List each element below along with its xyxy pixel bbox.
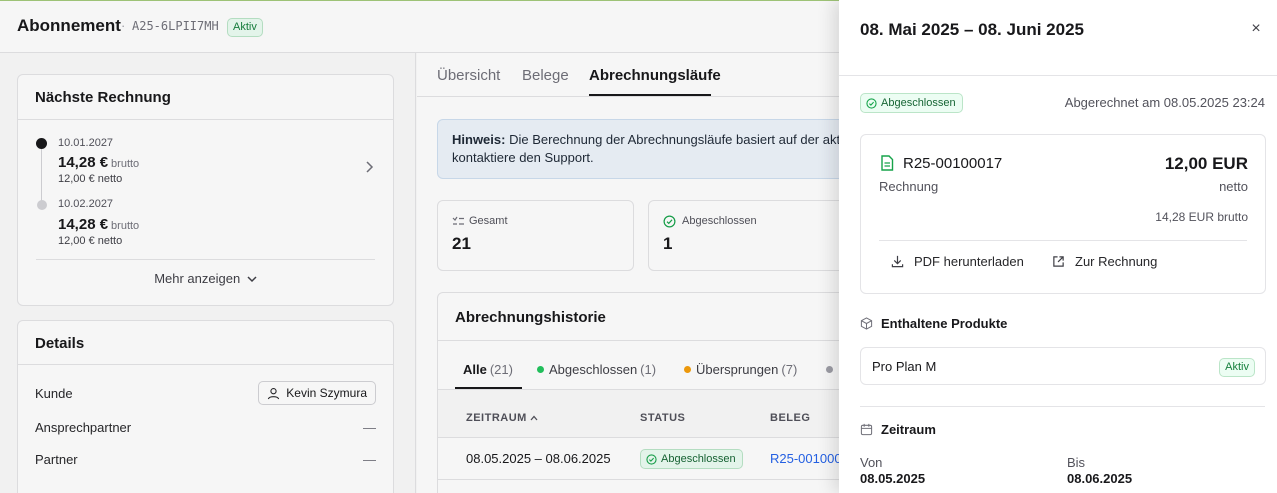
period-from-value: 08.05.2025 (860, 471, 926, 486)
invoice-type: Rechnung (879, 179, 939, 194)
invoice-card: R25-00100017 Rechnung 12,00 EUR netto 14… (860, 134, 1266, 294)
invoice-number: R25-00100017 (903, 155, 1003, 172)
billing-run-drawer: 08. Mai 2025 – 08. Juni 2025 × Abgeschlo… (839, 0, 1277, 493)
invoice-net-label: netto (1219, 179, 1248, 194)
product-status-badge: Aktiv (1219, 358, 1255, 377)
product-name: Pro Plan M (872, 359, 937, 374)
download-icon (891, 255, 904, 268)
check-circle-icon (866, 97, 877, 109)
products-section-header: Enthaltene Produkte (860, 316, 1007, 331)
product-item: Pro Plan M Aktiv (860, 347, 1266, 385)
billed-at: Abgerechnet am 08.05.2025 23:24 (1064, 95, 1265, 110)
divider (879, 240, 1247, 241)
open-invoice-button[interactable]: Zur Rechnung (1052, 254, 1157, 269)
period-section-header: Zeitraum (860, 422, 936, 437)
divider (860, 406, 1265, 407)
drawer-title: 08. Mai 2025 – 08. Juni 2025 (860, 20, 1084, 39)
invoice-amount: 12,00 EUR (1164, 154, 1248, 173)
close-icon[interactable]: × (1247, 20, 1265, 38)
download-pdf-button[interactable]: PDF herunterladen (891, 254, 1024, 269)
external-link-icon (1053, 256, 1064, 267)
divider (839, 75, 1277, 76)
period-to-label: Bis (1067, 455, 1086, 470)
run-status-badge: Abgeschlossen (860, 93, 963, 113)
modal-backdrop[interactable] (0, 0, 839, 493)
invoice-gross: 14,28 EUR brutto (1155, 210, 1248, 224)
package-icon (860, 317, 873, 330)
period-to-value: 08.06.2025 (1067, 471, 1133, 486)
period-from-label: Von (860, 455, 883, 470)
document-icon (881, 155, 894, 171)
calendar-icon (860, 423, 873, 436)
